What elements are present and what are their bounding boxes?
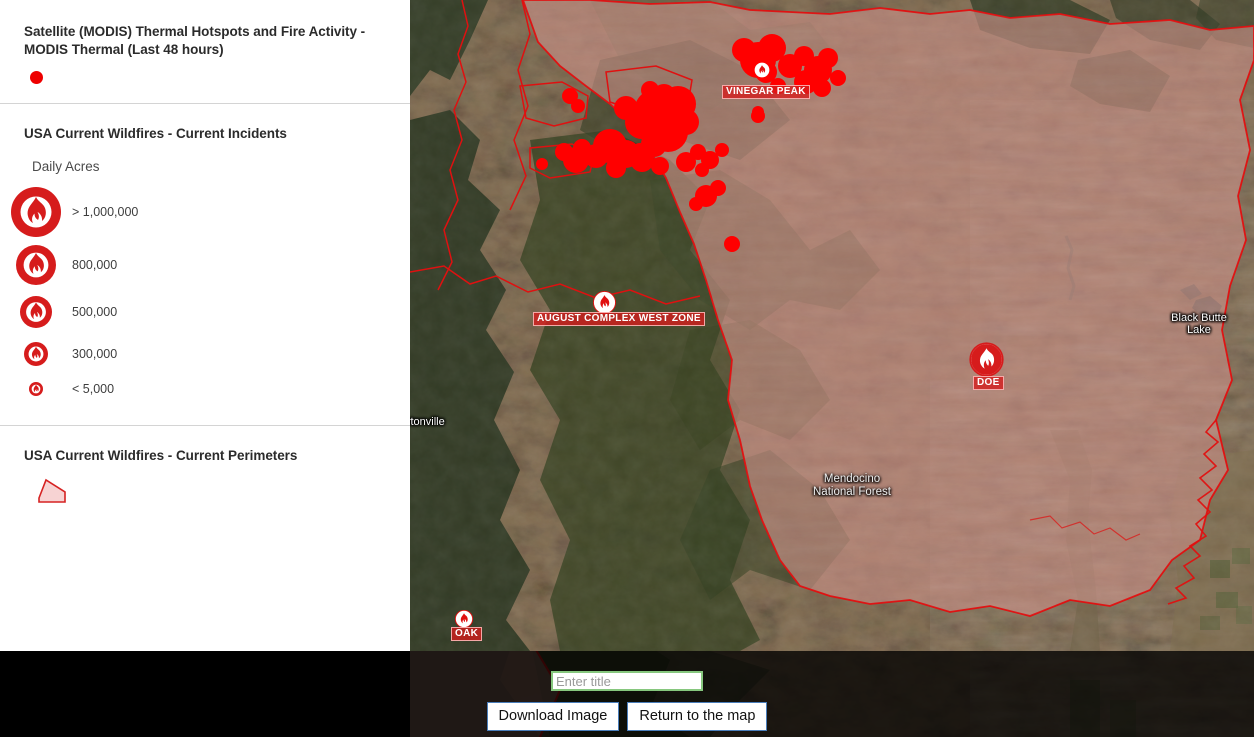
fire-marker-august-complex-west-zone[interactable] <box>593 291 616 319</box>
legend-layer-title: Satellite (MODIS) Thermal Hotspots and F… <box>24 24 366 57</box>
map-canvas[interactable]: ytonville Black Butte Lake Mendocino Nat… <box>410 0 1254 651</box>
fire-symbol-swatch <box>0 245 72 285</box>
download-image-button[interactable]: Download Image <box>486 702 620 731</box>
legend-layer-current-incidents: USA Current Wildfires - Current Incident… <box>0 104 410 425</box>
fire-flame-icon <box>969 342 1004 377</box>
fire-flame-icon <box>29 382 43 396</box>
fire-marker-doe[interactable] <box>969 342 1004 382</box>
legend-row-size-class: 500,000 <box>0 290 410 334</box>
fire-marker-vinegar-peak[interactable] <box>754 62 770 83</box>
return-to-map-button[interactable]: Return to the map <box>627 702 768 731</box>
fire-symbol-swatch <box>0 296 72 328</box>
legend-row-size-class: 300,000 <box>0 334 410 373</box>
legend-value: < 5,000 <box>72 382 115 396</box>
legend-layer-current-perimeters: USA Current Wildfires - Current Perimete… <box>0 426 410 503</box>
fire-flame-icon <box>16 245 56 285</box>
legend-row <box>0 478 410 503</box>
fire-flame-icon <box>454 609 474 629</box>
fire-symbol-swatch <box>0 341 72 366</box>
map-imagery <box>410 0 1254 651</box>
export-controls: Download Image Return to the map <box>0 651 1254 737</box>
fire-flame-icon <box>20 296 52 328</box>
button-row: Download Image Return to the map <box>486 702 768 731</box>
legend-field-label: Daily Acres <box>32 159 100 174</box>
modis-hotspot-swatch <box>0 71 72 84</box>
fire-flame-icon <box>593 291 616 314</box>
legend-layer-title: USA Current Wildfires - Current Perimete… <box>24 448 298 463</box>
fire-marker-oak[interactable] <box>454 609 474 633</box>
legend-value: 800,000 <box>72 258 118 272</box>
fire-flame-icon <box>11 186 61 237</box>
fire-flame-icon <box>754 62 770 78</box>
legend-layer-title: USA Current Wildfires - Current Incident… <box>24 126 287 141</box>
legend-row <box>0 71 410 84</box>
legend-value: 500,000 <box>72 305 118 319</box>
perimeter-polygon-icon <box>38 478 66 503</box>
map-legend-panel: Satellite (MODIS) Thermal Hotspots and F… <box>0 0 410 651</box>
legend-row-size-class: > 1,000,000 <box>0 183 410 240</box>
print-export-screen: Satellite (MODIS) Thermal Hotspots and F… <box>0 0 1254 737</box>
title-input[interactable] <box>551 671 703 691</box>
legend-row-size-class: 800,000 <box>0 240 410 290</box>
fire-symbol-swatch <box>0 186 72 237</box>
fire-flame-icon <box>24 341 48 366</box>
legend-value: > 1,000,000 <box>72 204 139 219</box>
legend-value: 300,000 <box>72 346 118 361</box>
legend-row-size-class: < 5,000 <box>0 373 410 405</box>
legend-layer-modis-thermal: Satellite (MODIS) Thermal Hotspots and F… <box>0 0 410 103</box>
hotspot-dot-icon <box>29 71 43 84</box>
fire-symbol-swatch <box>0 382 72 396</box>
perimeter-symbol-swatch <box>0 478 72 503</box>
